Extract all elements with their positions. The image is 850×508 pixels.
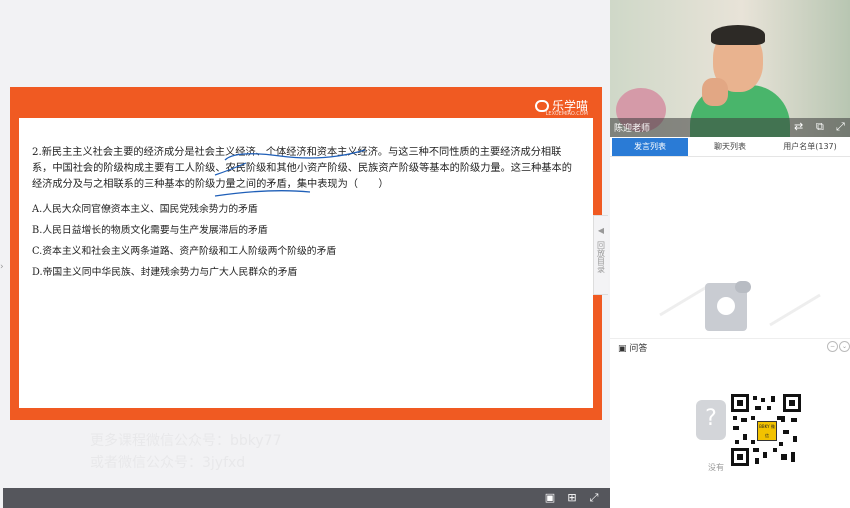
teacher-video[interactable]: 陈迎老师 ⇄ ⧉ ⤢ — [610, 0, 850, 137]
tab-speech-list[interactable]: 发言列表 — [612, 138, 688, 156]
teacher-figure-hair — [711, 25, 765, 45]
side-panel: 陈迎老师 ⇄ ⧉ ⤢ 发言列表 聊天列表 用户名单(137) ▣ 问答 − ⌄ … — [610, 0, 850, 508]
teacher-name: 陈迎老师 — [614, 124, 651, 134]
teacher-figure-hand — [702, 78, 728, 106]
empty-chat-person — [717, 297, 735, 315]
brand-url: LEXUEMIAO.COM — [545, 111, 588, 117]
qa-icon: ▣ — [618, 344, 627, 354]
fit-screen-icon[interactable]: ▣ — [543, 491, 557, 505]
empty-chat-bubble — [735, 281, 751, 293]
playback-catalog-tab[interactable]: ◀ 回放目录 — [593, 215, 608, 295]
tab-chat-list[interactable]: 聊天列表 — [692, 138, 768, 156]
qa-empty-icon: ? — [696, 400, 726, 440]
qa-empty-text: 没有 — [708, 463, 724, 472]
watermark-line-1: 更多课程微信公众号：bbky77 — [90, 433, 282, 449]
switch-icon[interactable]: ⇄ — [794, 120, 803, 133]
qa-header: ▣ 问答 − ⌄ — [610, 338, 850, 355]
expand-icon[interactable]: ⤢ — [836, 120, 845, 134]
qa-title-text: 问答 — [629, 344, 648, 354]
watermark-line-2: 或者微信公众号：3jyfxd — [90, 455, 246, 471]
option-c: C.资本主义和社会主义两条道路、资产阶级和工人阶级两个阶级的矛盾 — [32, 246, 337, 257]
video-bar: 陈迎老师 ⇄ ⧉ ⤢ — [610, 118, 850, 137]
question-text: 2.新民主主义社会主要的经济成分是社会主义经济、个体经济和资本主义经济。与这三种… — [32, 147, 572, 190]
empty-chat-icon — [705, 281, 751, 331]
brand-logo: 乐学喵 LEXUEMIAO.COM — [534, 97, 588, 117]
watermark: 更多课程微信公众号：bbky77 或者微信公众号：3jyfxd — [90, 430, 281, 474]
left-edge-arrow[interactable]: › — [0, 262, 4, 272]
pip-icon[interactable]: ⊞ — [565, 491, 579, 505]
qr-badge: BBKY 微信 — [757, 421, 777, 441]
option-d: D.帝国主义同中华民族、封建残余势力与广大人民群众的矛盾 — [32, 267, 298, 278]
brand-logo-icon — [534, 99, 549, 112]
fullscreen-icon[interactable]: ⤢ — [587, 491, 601, 505]
qa-title: ▣ 问答 — [618, 341, 647, 354]
question-options: A.人民大众同官僚资本主义、国民党残余势力的矛盾 B.人民日益增长的物质文化需要… — [32, 199, 592, 283]
option-a: A.人民大众同官僚资本主义、国民党残余势力的矛盾 — [32, 204, 258, 215]
popout-icon[interactable]: ⧉ — [816, 120, 824, 134]
tab-user-list[interactable]: 用户名单(137) — [770, 138, 850, 156]
qa-minimize-icon[interactable]: − — [827, 341, 838, 352]
option-b: B.人民日益增长的物质文化需要与生产发展滞后的矛盾 — [32, 225, 268, 236]
player-bottom-bar: ▣ ⊞ ⤢ — [3, 488, 610, 508]
courseware-pane: › 乐学喵 LEXUEMIAO.COM 2.新民主主义社会主要的经济成分是社会主… — [0, 0, 610, 508]
qr-code: BBKY 微信 — [731, 394, 801, 466]
panel-tabs: 发言列表 聊天列表 用户名单(137) — [610, 138, 850, 157]
qa-collapse-icon[interactable]: ⌄ — [839, 341, 850, 352]
playback-catalog-label: 回放目录 — [596, 241, 606, 273]
collapse-arrow-icon: ◀ — [597, 226, 605, 235]
